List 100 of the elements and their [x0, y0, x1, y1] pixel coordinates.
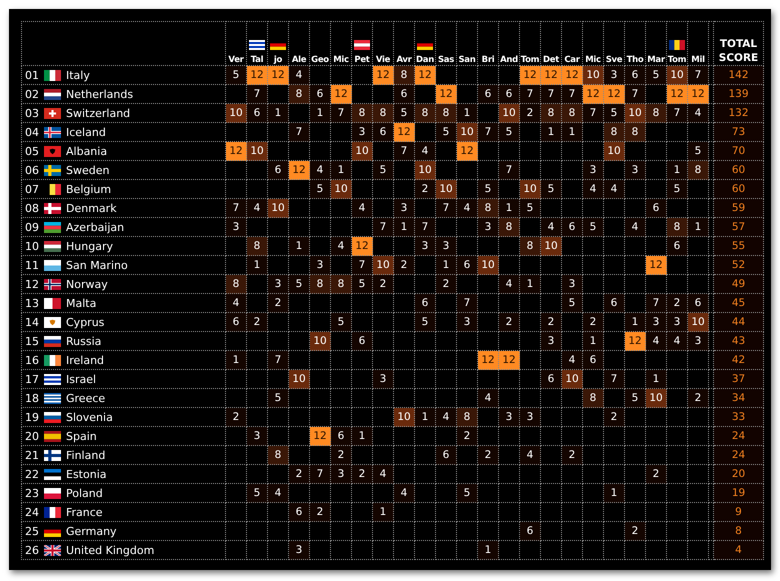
points-cell: 12	[330, 84, 352, 104]
points-cell: 7	[520, 84, 540, 104]
flag-icon	[44, 278, 61, 290]
points-cell: 8	[310, 274, 330, 294]
points-cell: 2	[478, 446, 498, 464]
country-name: Finland	[66, 448, 106, 462]
points-cell: 8	[520, 236, 540, 256]
rank-label: 16	[25, 354, 39, 366]
points-cell: 2	[372, 274, 394, 294]
points-cell: 6	[646, 198, 666, 218]
points-cell: 1	[498, 198, 520, 218]
total-score-cell: 43	[714, 332, 764, 350]
points-cell: 2	[414, 180, 436, 198]
flag-icon	[44, 126, 61, 138]
country-name: Malta	[66, 296, 96, 310]
points-cell: 8	[226, 274, 246, 294]
rank-label: 05	[25, 144, 39, 158]
total-score-cell: 57	[714, 218, 764, 236]
points-cell: 1	[582, 332, 604, 350]
flag-icon	[249, 40, 265, 50]
points-cell: 4	[562, 350, 582, 370]
country-name: Sweden	[66, 164, 110, 176]
points-cell: 10	[562, 370, 582, 388]
points-cell: 8	[288, 84, 310, 104]
points-cell: 8	[330, 274, 352, 294]
points-cell: 12	[394, 122, 414, 142]
points-cell: 8	[646, 104, 666, 122]
points-cell: 10	[414, 160, 436, 180]
points-cell: 5	[372, 160, 394, 180]
juror-label: Sas	[438, 55, 454, 65]
points-cell: 5	[562, 294, 582, 312]
points-cell: 7	[624, 84, 646, 104]
rank-label: 13	[25, 296, 39, 310]
points-cell: 5	[666, 180, 688, 198]
juror-label: Avr	[396, 55, 412, 65]
juror-label: Ale	[292, 55, 306, 65]
points-cell: 4	[246, 198, 268, 218]
points-cell: 8	[394, 66, 414, 84]
points-cell: 3	[624, 160, 646, 180]
juror-label: Tal	[250, 55, 264, 65]
points-cell: 2	[498, 312, 520, 332]
points-cell: 5	[330, 312, 352, 332]
points-cell: 4	[436, 408, 456, 426]
points-cell: 5	[246, 484, 268, 502]
points-cell: 6	[310, 84, 330, 104]
points-cell: 8	[688, 160, 708, 180]
points-cell: 2	[604, 408, 624, 426]
points-cell: 8	[352, 104, 372, 122]
points-cell: 6	[478, 84, 498, 104]
points-cell: 7	[582, 104, 604, 122]
flag-icon	[44, 240, 61, 252]
points-cell: 7	[646, 294, 666, 312]
country-name: Ireland	[66, 354, 104, 366]
country-name: Switzerland	[66, 106, 130, 120]
points-cell: 1	[520, 274, 540, 294]
juror-label: Sve	[606, 55, 622, 65]
points-cell: 5	[394, 104, 414, 122]
total-score-cell: 37	[714, 370, 764, 388]
points-cell: 2	[330, 446, 352, 464]
rank-label: 09	[25, 220, 39, 234]
flag-icon	[44, 430, 61, 442]
flag-icon	[44, 222, 61, 232]
points-cell: 1	[540, 122, 562, 142]
total-score-cell: 44	[714, 312, 764, 332]
points-cell: 6	[246, 104, 268, 122]
country-name: Greece	[66, 392, 106, 404]
points-cell: 7	[372, 218, 394, 236]
points-cell: 2	[456, 426, 478, 446]
country-name: France	[66, 506, 103, 518]
points-cell: 6	[226, 312, 246, 332]
flag-icon	[44, 146, 61, 156]
rank-label: 25	[25, 524, 39, 538]
points-cell: 5	[268, 388, 288, 408]
points-cell: 5	[414, 312, 436, 332]
juror-label: Mil	[691, 55, 705, 65]
country-name: Germany	[66, 524, 117, 538]
points-cell: 6	[414, 294, 436, 312]
points-cell: 4	[352, 198, 372, 218]
points-cell: 12	[436, 84, 456, 104]
country-name: United Kingdom	[66, 544, 154, 556]
juror-label: Geo	[311, 55, 329, 65]
points-cell: 10	[226, 104, 246, 122]
points-cell: 7	[540, 84, 562, 104]
flag-icon	[44, 392, 61, 404]
rank-label: 02	[25, 88, 39, 100]
rank-label: 18	[25, 392, 39, 404]
country-name: Poland	[66, 486, 103, 500]
points-cell: 2	[540, 312, 562, 332]
points-cell: 4	[666, 332, 688, 350]
country-name: Albania	[66, 144, 108, 158]
rank-label: 20	[25, 430, 39, 442]
flag-icon	[354, 40, 370, 50]
rank-label: 11	[25, 258, 39, 272]
points-cell: 6	[498, 84, 520, 104]
points-cell: 5	[688, 142, 708, 160]
points-cell: 12	[352, 236, 372, 256]
points-cell: 3	[688, 332, 708, 350]
points-cell: 10	[540, 236, 562, 256]
points-cell: 10	[498, 104, 520, 122]
points-cell: 2	[246, 312, 268, 332]
